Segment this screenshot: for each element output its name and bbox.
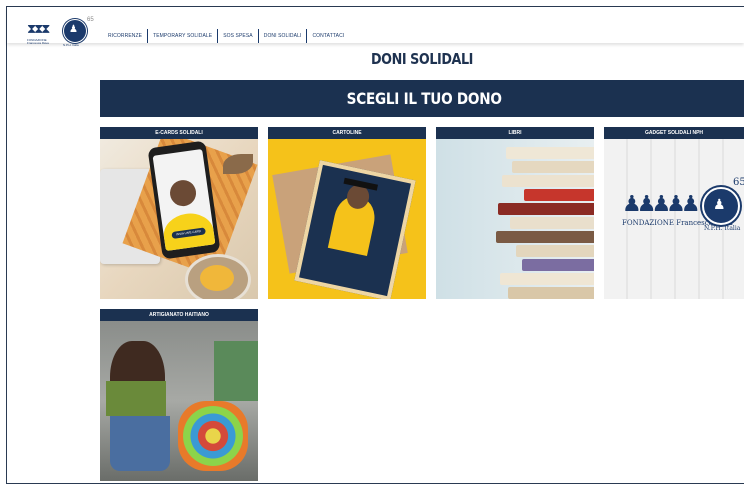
card-e-cards[interactable]: E-CARDS SOLIDALI INVIA UN'E-CARD	[100, 127, 258, 299]
card-label[interactable]: E-CARDS SOLIDALI	[100, 127, 258, 142]
book	[498, 203, 594, 215]
card-libri[interactable]: LIBRI	[436, 127, 594, 299]
e-cards-image[interactable]: INVIA UN'E-CARD	[100, 139, 258, 299]
top-navigation: ⧗⧗⧗ FONDAZIONE Francesca Rava ♟ N.P.H. I…	[7, 7, 744, 47]
logo-65: 65	[87, 17, 94, 23]
libri-image[interactable]	[436, 139, 594, 299]
main-menu: RICORRENZE TEMPORARY SOLIDALE SOS SPESA …	[103, 29, 349, 43]
nph-circle-icon: ♟	[702, 187, 740, 225]
nav-item-temporary-solidale[interactable]: TEMPORARY SOLIDALE	[148, 33, 217, 39]
card-cartoline[interactable]: CARTOLINE	[268, 127, 426, 299]
phone-screen: INVIA UN'E-CARD	[152, 148, 216, 252]
nph-circle-icon: ♟	[63, 19, 87, 43]
nav-item-doni-solidali[interactable]: DONI SOLIDALI	[259, 33, 307, 39]
choose-gift-banner: SCEGLI IL TUO DONO	[100, 80, 744, 117]
card-label[interactable]: ARTIGIANATO HAITIANO	[100, 309, 258, 324]
book	[510, 217, 594, 229]
card-label[interactable]: GADGET SOLIDALI NPH	[604, 127, 744, 142]
nav-item-contattaci[interactable]: CONTATTACI	[307, 33, 349, 39]
gadget-image[interactable]: ♟♟♟♟♟ FONDAZIONE Francesca Rava ♟ 65 N.P…	[604, 139, 744, 299]
page-title: DONI SOLIDALI	[371, 50, 473, 68]
book	[496, 231, 594, 243]
child-face	[168, 178, 198, 208]
artigianato-image[interactable]	[100, 321, 258, 481]
nav-item-sos-spesa[interactable]: SOS SPESA	[218, 33, 258, 39]
book	[506, 147, 594, 159]
book	[502, 175, 594, 187]
fondazione-logo[interactable]: ⧗⧗⧗ FONDAZIONE Francesca Rava ♟ N.P.H. I…	[27, 17, 94, 47]
gadget-logo-right: N.P.H. Italia	[704, 225, 741, 232]
book	[522, 259, 594, 271]
gadget-logo-number: 65	[733, 177, 744, 188]
family-figures-icon: ♟♟♟♟♟	[622, 191, 701, 216]
artisan-shirt	[106, 381, 166, 416]
logo-brand-name: FONDAZIONE Francesca Rava	[27, 38, 49, 45]
card-label[interactable]: CARTOLINE	[268, 127, 426, 142]
tea-cup-shape	[185, 254, 251, 299]
card-artigianato-haitiano[interactable]: ARTIGIANATO HAITIANO	[100, 309, 258, 481]
banner-text: SCEGLI IL TUO DONO	[346, 89, 502, 108]
logo-partner-name: N.P.H. Italia	[63, 43, 79, 47]
artisan-jeans	[110, 416, 170, 471]
book	[512, 161, 594, 173]
green-bin-shape	[214, 341, 258, 401]
book	[524, 189, 594, 201]
card-label[interactable]: LIBRI	[436, 127, 594, 142]
nav-item-ricorrenze[interactable]: RICORRENZE	[103, 33, 147, 39]
book	[500, 273, 594, 285]
cartoline-image[interactable]	[268, 139, 426, 299]
metal-art-piece	[178, 401, 248, 471]
family-figures-icon: ⧗⧗⧗	[27, 21, 50, 36]
book	[516, 245, 594, 257]
book	[508, 287, 594, 299]
card-gadget-solidali[interactable]: GADGET SOLIDALI NPH ♟♟♟♟♟ FONDAZIONE Fra…	[604, 127, 744, 299]
